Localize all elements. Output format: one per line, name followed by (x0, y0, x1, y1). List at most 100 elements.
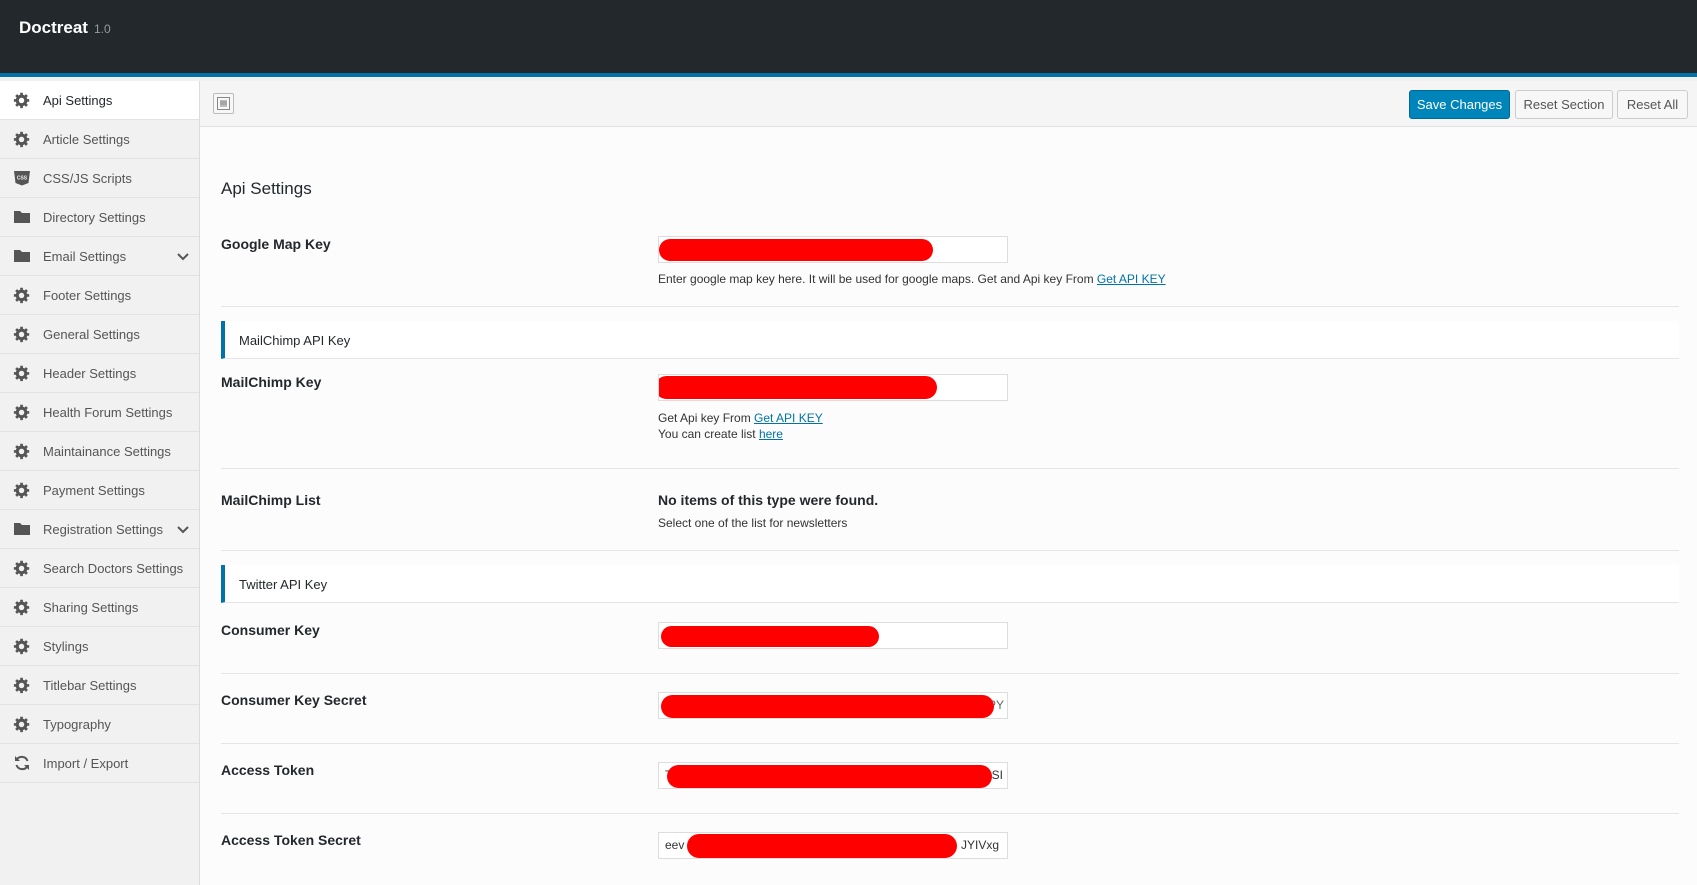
gear-icon (13, 286, 31, 304)
sidebar-item-stylings[interactable]: Stylings (0, 627, 199, 666)
save-changes-button[interactable]: Save Changes (1409, 90, 1510, 119)
sidebar-item-footer-settings[interactable]: Footer Settings (0, 276, 199, 315)
consumer-key-input[interactable] (658, 622, 1008, 649)
sidebar-item-email-settings[interactable]: Email Settings (0, 237, 199, 276)
sidebar-item-label: Search Doctors Settings (43, 561, 184, 576)
sidebar-item-label: Health Forum Settings (43, 405, 173, 420)
sidebar-item-api-settings[interactable]: Api Settings (0, 81, 199, 120)
css-icon: CSS (13, 169, 31, 187)
redaction-mark (659, 376, 937, 399)
sidebar-item-label: Stylings (43, 639, 89, 654)
sidebar-item-label: Typography (43, 717, 111, 732)
gear-icon (13, 130, 31, 148)
section-heading: Twitter API Key (239, 577, 328, 592)
redaction-mark (659, 239, 933, 261)
consumer-key-secret-row: Consumer Key Secret PY (221, 674, 1679, 744)
expand-icon (217, 97, 230, 110)
empty-list-message: No items of this type were found. (658, 492, 879, 508)
google-map-key-input[interactable] (658, 236, 1008, 263)
access-token-secret-row: Access Token Secret eev JYIVxg (221, 814, 1679, 885)
create-list-description: You can create list here (658, 427, 783, 441)
sidebar-item-label: Directory Settings (43, 210, 146, 225)
gear-icon (13, 637, 31, 655)
sidebar-item-label: Registration Settings (43, 522, 163, 537)
sidebar-item-label: Import / Export (43, 756, 129, 771)
input-value-tail: SI (991, 768, 1003, 782)
redaction-mark (687, 834, 957, 858)
sidebar-item-sharing-settings[interactable]: Sharing Settings (0, 588, 199, 627)
settings-panel: Save Changes Reset Section Reset All Api… (200, 81, 1697, 885)
description-text: Enter google map key here. It will be us… (658, 272, 1097, 286)
sidebar-item-health-forum-settings[interactable]: Health Forum Settings (0, 393, 199, 432)
google-map-key-description: Enter google map key here. It will be us… (658, 272, 1166, 286)
reset-all-button[interactable]: Reset All (1617, 90, 1688, 119)
settings-sidebar: Api Settings Article Settings CSS CSS/JS Sc… (0, 81, 200, 885)
redaction-mark (667, 765, 992, 788)
sidebar-item-typography[interactable]: Typography (0, 705, 199, 744)
sidebar-item-label: Payment Settings (43, 483, 145, 498)
sidebar-item-label: Footer Settings (43, 288, 132, 303)
gear-icon (13, 676, 31, 694)
sidebar-item-header-settings[interactable]: Header Settings (0, 354, 199, 393)
refresh-icon (13, 754, 31, 772)
gear-icon (13, 559, 31, 577)
gear-icon (13, 481, 31, 499)
chevron-down-icon[interactable] (176, 523, 190, 537)
top-header: Doctreat 1.0 (0, 0, 1697, 77)
expand-options-button[interactable] (213, 93, 234, 114)
get-api-key-link[interactable]: Get API KEY (1097, 272, 1166, 286)
input-value-head: eev (665, 838, 685, 852)
sidebar-item-label: Api Settings (43, 93, 113, 108)
access-token-label: Access Token (221, 762, 315, 778)
access-token-input[interactable]: T SI (658, 762, 1008, 789)
toolbar: Save Changes Reset Section Reset All (200, 81, 1697, 127)
get-api-key-link[interactable]: Get API KEY (754, 411, 823, 425)
svg-text:CSS: CSS (17, 176, 28, 182)
reset-section-button[interactable]: Reset Section (1515, 90, 1613, 119)
sidebar-item-label: Email Settings (43, 249, 127, 264)
section-heading: MailChimp API Key (239, 333, 351, 348)
google-map-key-row: Google Map Key Enter google map key here… (221, 221, 1679, 307)
description-text: You can create list (658, 427, 759, 441)
sidebar-item-label: Article Settings (43, 132, 130, 147)
consumer-key-secret-label: Consumer Key Secret (221, 692, 367, 708)
sidebar-item-general-settings[interactable]: General Settings (0, 315, 199, 354)
input-value-tail: JYIVxg (960, 838, 999, 852)
folder-icon (13, 520, 31, 538)
twitter-section-header: Twitter API Key (221, 565, 1679, 603)
access-token-row: Access Token T SI (221, 744, 1679, 814)
access-token-secret-input[interactable]: eev JYIVxg (658, 832, 1008, 859)
gear-icon (13, 598, 31, 616)
sidebar-item-css-js-scripts[interactable]: CSS CSS/JS Scripts (0, 159, 199, 198)
sidebar-item-label: Header Settings (43, 366, 137, 381)
gear-icon (13, 325, 31, 343)
sidebar-item-search-doctors-settings[interactable]: Search Doctors Settings (0, 549, 199, 588)
sidebar-item-registration-settings[interactable]: Registration Settings (0, 510, 199, 549)
mailchimp-key-input[interactable] (658, 374, 1008, 401)
mailchimp-section-header: MailChimp API Key (221, 321, 1679, 359)
mailchimp-list-label: MailChimp List (221, 492, 321, 508)
app-version: 1.0 (94, 22, 111, 36)
consumer-key-row: Consumer Key (221, 604, 1679, 674)
sidebar-item-titlebar-settings[interactable]: Titlebar Settings (0, 666, 199, 705)
chevron-down-icon[interactable] (176, 250, 190, 264)
sidebar-item-payment-settings[interactable]: Payment Settings (0, 471, 199, 510)
access-token-secret-label: Access Token Secret (221, 832, 361, 848)
mailchimp-key-description: Get Api key From Get API KEY (658, 411, 823, 425)
gear-icon (13, 442, 31, 460)
mailchimp-list-row: MailChimp List No items of this type wer… (221, 469, 1679, 551)
sidebar-item-import-export[interactable]: Import / Export (0, 744, 199, 783)
mailchimp-key-label: MailChimp Key (221, 374, 322, 390)
sidebar-item-directory-settings[interactable]: Directory Settings (0, 198, 199, 237)
mailchimp-key-row: MailChimp Key Get Api key From Get API K… (221, 360, 1679, 469)
app-title: Doctreat (19, 18, 88, 37)
sidebar-item-label: Maintainance Settings (43, 444, 171, 459)
description-text: Get Api key From (658, 411, 755, 425)
gear-icon (13, 715, 31, 733)
consumer-key-secret-input[interactable]: PY (658, 692, 1008, 719)
folder-icon (13, 247, 31, 265)
create-list-here-link[interactable]: here (759, 427, 783, 441)
sidebar-item-article-settings[interactable]: Article Settings (0, 120, 199, 159)
gear-icon (13, 403, 31, 421)
sidebar-item-maintainance-settings[interactable]: Maintainance Settings (0, 432, 199, 471)
